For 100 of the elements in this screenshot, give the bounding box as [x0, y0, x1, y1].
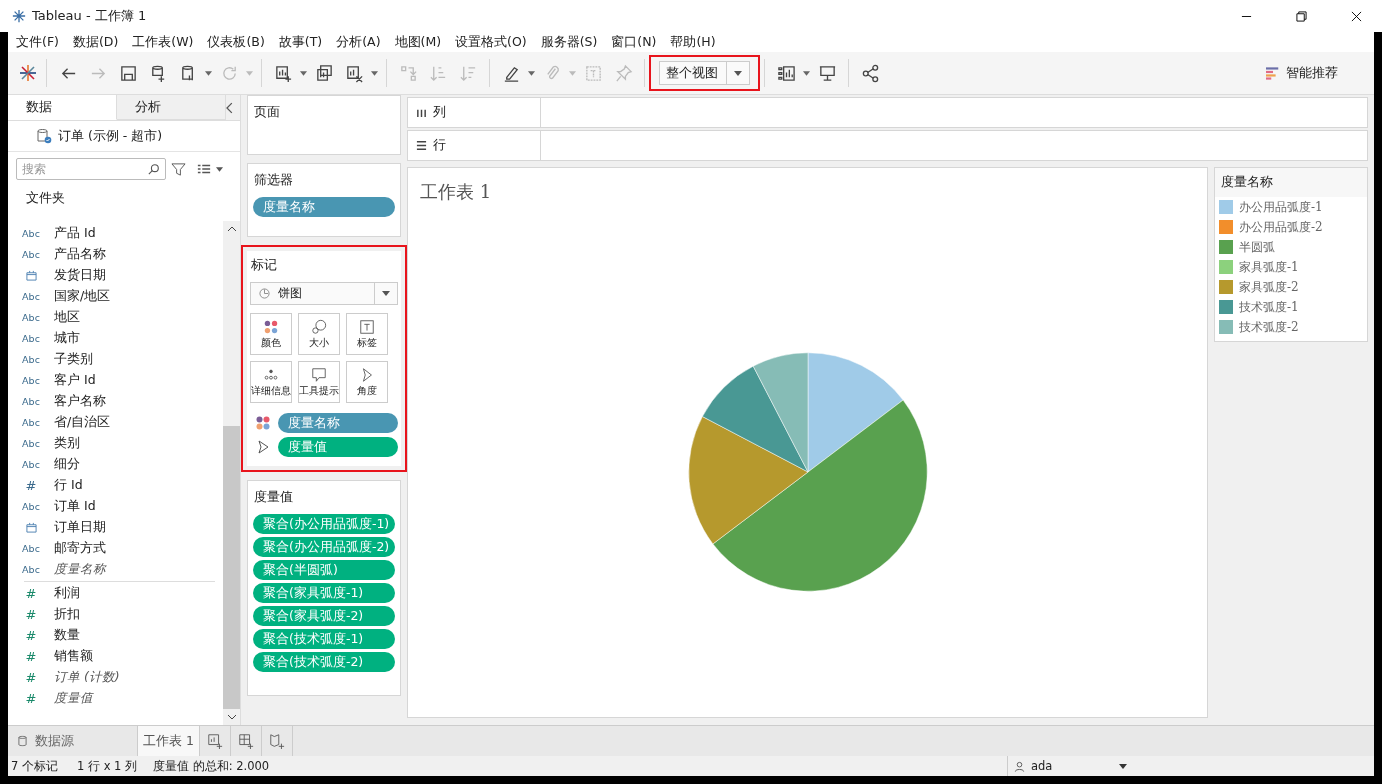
caret-icon[interactable] [300, 70, 307, 76]
menu-item[interactable]: 地图(M) [394, 33, 442, 51]
panel-tab[interactable]: 分析 [117, 95, 227, 120]
field-name[interactable]: 订单 Id [54, 498, 96, 515]
field-name[interactable]: 销售额 [54, 648, 93, 665]
menu-item[interactable]: 设置格式(O) [455, 33, 527, 51]
caret-icon[interactable] [803, 70, 810, 76]
folder-heading: 文件夹 [25, 189, 66, 207]
caret-icon [734, 70, 742, 76]
shelf[interactable]: 行 [407, 130, 1368, 161]
fit-dropdown[interactable]: 整个视图 [659, 61, 750, 85]
sheet-tab[interactable]: 工作表 1 [138, 726, 200, 756]
filter-icon[interactable] [171, 161, 186, 177]
restore-icon[interactable] [1296, 10, 1307, 22]
card-title: 标记 [250, 257, 278, 274]
field-name[interactable]: 细分 [54, 456, 80, 473]
datasource-name[interactable]: 订单 (示例 - 超市) [58, 127, 163, 145]
caret-icon[interactable] [205, 70, 212, 76]
database-icon [18, 735, 27, 747]
menu-item[interactable]: 分析(A) [336, 33, 381, 51]
type-symbol: Abc [22, 291, 40, 302]
shelf[interactable]: 列 [407, 97, 1368, 128]
menu-item[interactable]: 数据(D) [72, 33, 119, 51]
status-text: 7 个标记 [10, 758, 59, 774]
menu-item[interactable]: 仪表板(B) [207, 33, 265, 51]
bars-icon [1266, 66, 1280, 80]
type-symbol: Abc [22, 543, 40, 554]
field-name[interactable]: 地区 [54, 309, 80, 326]
status-text: 度量值 的总和: 2.000 [153, 758, 270, 774]
field-name[interactable]: 国家/地区 [54, 288, 111, 305]
scroll-up-icon[interactable] [226, 226, 237, 232]
legend-title: 度量名称 [1215, 168, 1367, 197]
scrollbar[interactable] [223, 221, 240, 725]
field-name[interactable]: 度量名称 [54, 561, 106, 578]
sheet-title: 工作表 1 [419, 180, 493, 204]
legend-label: 技术弧度-1 [1239, 298, 1299, 316]
color-button[interactable]: 颜色 [250, 313, 292, 355]
close-icon[interactable] [1351, 10, 1362, 22]
mark-type-dropdown[interactable]: 饼图 [250, 282, 398, 305]
field-name[interactable]: 折扣 [54, 606, 80, 623]
caret-icon [382, 291, 390, 296]
grid-plus-icon [238, 733, 254, 749]
type-symbol: # [25, 607, 37, 622]
panel-tab[interactable]: 数据 [8, 95, 118, 120]
type-symbol: Abc [22, 333, 40, 344]
field-name[interactable]: 产品名称 [54, 246, 106, 263]
menu-item[interactable]: 窗口(N) [611, 33, 657, 51]
list-view-icon[interactable] [197, 163, 211, 175]
scroll-thumb[interactable] [223, 425, 240, 709]
type-symbol: Abc [22, 375, 40, 386]
tooltip-button[interactable]: 工具提示 [298, 361, 340, 403]
scroll-down-icon[interactable] [226, 714, 237, 720]
field-name[interactable]: 产品 Id [54, 225, 96, 242]
detail-button[interactable]: 详细信息 [250, 361, 292, 403]
caret-icon[interactable] [216, 166, 223, 172]
caret-icon[interactable] [371, 70, 378, 76]
field-name[interactable]: 子类别 [54, 351, 93, 368]
snowflake-logo-icon[interactable] [18, 63, 38, 83]
size-icon [311, 318, 327, 335]
menu-item[interactable]: 文件(F) [16, 33, 59, 51]
field-name[interactable]: 订单 (计数) [54, 669, 120, 686]
collapse-icon[interactable] [226, 101, 234, 114]
card-title: 筛选器 [253, 172, 294, 189]
search-icon[interactable] [148, 163, 160, 175]
status-text: 1 行 x 1 列 [77, 758, 139, 774]
caret-icon[interactable] [528, 70, 535, 76]
type-symbol: Abc [22, 564, 40, 575]
field-name[interactable]: 度量值 [54, 690, 93, 707]
field-name[interactable]: 省/自治区 [54, 414, 111, 431]
menu-item[interactable]: 服务器(S) [540, 33, 598, 51]
type-symbol: # [25, 478, 37, 493]
columns-icon [416, 107, 427, 118]
tooltip-icon [311, 366, 327, 383]
legend-label: 家具弧度-2 [1239, 278, 1299, 296]
size-button[interactable]: 大小 [298, 313, 340, 355]
field-name[interactable]: 城市 [54, 330, 80, 347]
field-name[interactable]: 类别 [54, 435, 80, 452]
field-name[interactable]: 客户 Id [54, 372, 96, 389]
field-name[interactable]: 发货日期 [54, 267, 106, 284]
recommend-button[interactable]: 智能推荐 [1266, 64, 1338, 82]
field-name[interactable]: 数量 [54, 627, 80, 644]
menu-item[interactable]: 工作表(W) [132, 33, 194, 51]
legend-label: 家具弧度-1 [1239, 258, 1299, 276]
database-check-icon [36, 128, 52, 144]
field-name[interactable]: 行 Id [54, 477, 83, 494]
field-name[interactable]: 利润 [54, 585, 80, 602]
caret-icon [1119, 763, 1127, 769]
type-symbol: Abc [22, 438, 40, 449]
field-name[interactable]: 客户名称 [54, 393, 106, 410]
user-icon [1014, 760, 1025, 772]
angle-button[interactable]: 角度 [346, 361, 388, 403]
user-menu[interactable]: ada [1007, 756, 1134, 776]
color-dots-icon [256, 416, 270, 430]
label-button[interactable]: 标签 [346, 313, 388, 355]
field-name[interactable]: 邮寄方式 [54, 540, 106, 557]
field-name[interactable]: 订单日期 [54, 519, 106, 536]
type-symbol: # [25, 691, 37, 706]
search-field[interactable]: 搜索 [16, 158, 166, 180]
menu-item[interactable]: 故事(T) [278, 33, 323, 51]
menu-item[interactable]: 帮助(H) [670, 33, 716, 51]
